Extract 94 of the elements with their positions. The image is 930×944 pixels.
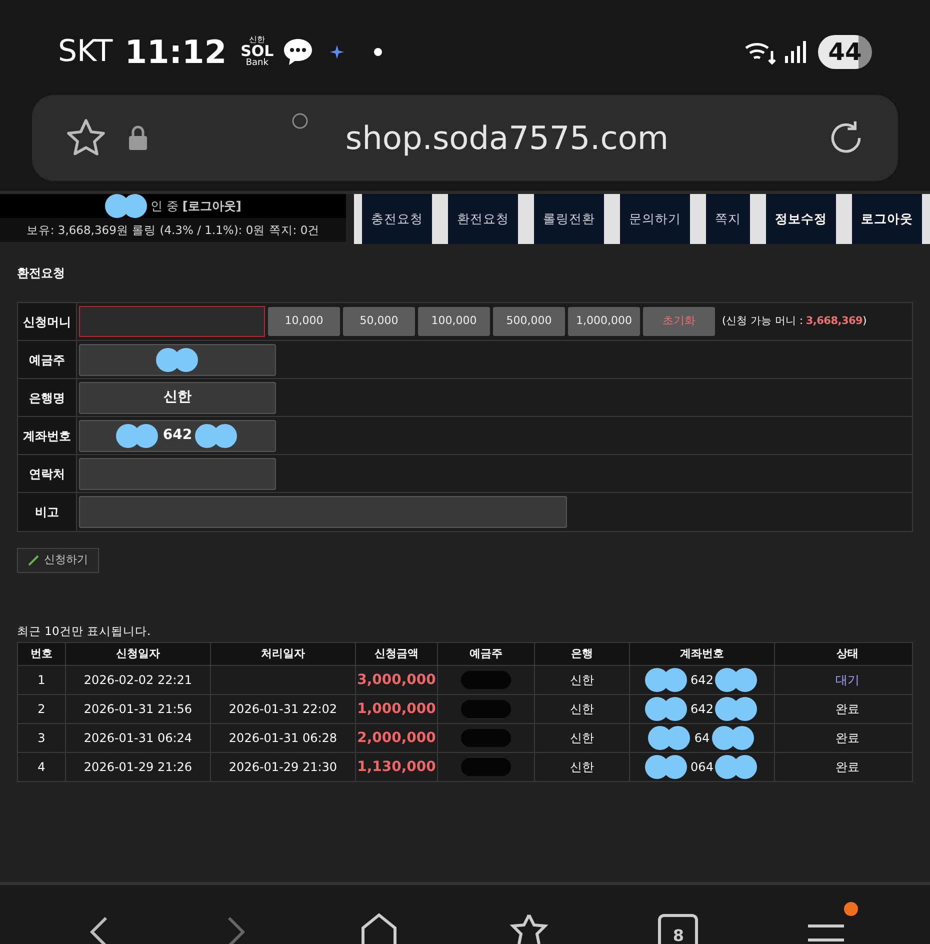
text-field[interactable]: 신한 xyxy=(79,382,276,414)
text-field[interactable] xyxy=(79,496,567,528)
menu-tab[interactable]: 환전요청 xyxy=(440,194,526,244)
table-cell-text: 2026-01-31 06:28 xyxy=(228,730,338,748)
sparkle-icon xyxy=(330,44,344,58)
menu-tab[interactable]: 쪽지 xyxy=(698,194,758,244)
dot-icon xyxy=(374,48,382,56)
table-cell-text: 064 xyxy=(690,759,714,776)
table-cell-text: 642 xyxy=(690,701,714,718)
tabs-button[interactable]: 8 xyxy=(658,914,698,944)
column-header: 신청금액 xyxy=(356,643,438,666)
field-label: 계좌번호 xyxy=(18,417,77,454)
column-header: 은행 xyxy=(535,643,630,666)
amount-cell: 1,130,000 xyxy=(356,753,438,782)
carrier: SKT xyxy=(58,33,113,71)
column-header: 상태 xyxy=(836,646,860,662)
menu-tab[interactable]: 정보수정 xyxy=(758,194,844,244)
menu-tab[interactable]: 문의하기 xyxy=(612,194,698,244)
column-header: 계좌번호 xyxy=(630,643,775,666)
column-header: 처리일자 xyxy=(211,643,356,666)
amount-cell: 2,000,000 xyxy=(356,724,438,752)
account-summary: 보유: 3,668,369원 롤링 (4.3% / 1.1%): 0원 쪽지: 0건 xyxy=(25,222,321,239)
menu-tab[interactable]: 로그아웃 xyxy=(844,194,930,244)
table-cell: 신한 xyxy=(535,724,630,752)
clock: 11:12 xyxy=(124,32,227,72)
redaction-mark xyxy=(712,725,756,752)
redaction-mark xyxy=(461,671,511,690)
redaction-mark xyxy=(104,193,149,219)
column-header: 예금주 xyxy=(438,643,535,666)
circle-icon xyxy=(291,112,309,130)
field-label: 연락처 xyxy=(18,455,77,492)
table-cell-text: 64 xyxy=(694,730,710,748)
redaction-mark xyxy=(715,696,760,722)
redaction-mark xyxy=(195,422,240,448)
status-cell-text: 완료 xyxy=(834,730,860,748)
table-cell: 2 xyxy=(18,695,66,724)
redaction-mark xyxy=(461,758,511,776)
table-cell: 1 xyxy=(18,666,66,694)
home-icon[interactable] xyxy=(359,912,400,944)
column-header: 번호 xyxy=(18,643,66,666)
status-cell-text: 대기 xyxy=(834,672,860,690)
status-cell-text: 완료 xyxy=(834,701,860,718)
redaction-mark xyxy=(644,667,689,694)
lock-icon xyxy=(128,125,148,151)
amount-input[interactable] xyxy=(79,306,265,337)
amount-cell: 1,000,000 xyxy=(356,695,438,724)
quick-amount-button[interactable]: 100,000 xyxy=(418,307,490,336)
battery-indicator: 44 xyxy=(818,34,872,68)
redaction-mark xyxy=(715,667,760,694)
text-field[interactable] xyxy=(79,458,276,490)
field-label: 신청머니 xyxy=(18,303,77,340)
table-cell-text: 2026-01-31 22:02 xyxy=(228,701,338,718)
quick-amount-button[interactable]: 50,000 xyxy=(343,307,415,336)
quick-amount-button[interactable]: 500,000 xyxy=(493,307,565,336)
redaction-mark xyxy=(644,754,689,780)
column-header: 신청일자 xyxy=(66,643,211,666)
redaction-mark xyxy=(715,754,760,780)
field-label: 예금주 xyxy=(18,341,77,378)
redaction-mark xyxy=(461,729,511,748)
menu-tab[interactable]: 롤링전환 xyxy=(526,194,612,244)
login-status: 인 중 [로그아웃] xyxy=(150,198,242,215)
signal-icon xyxy=(784,40,808,64)
available-money: (신청 가능 머니 : 3,668,369) xyxy=(722,314,866,329)
table-cell: 신한 xyxy=(535,695,630,724)
section-title: 환전요청 xyxy=(17,265,66,282)
status-cell-text: 완료 xyxy=(834,759,860,776)
redaction-mark xyxy=(648,725,692,752)
table-cell: 4 xyxy=(18,753,66,782)
history-note: 최근 10건만 표시됩니다. xyxy=(17,623,152,640)
table-cell: 2026-01-31 06:24 xyxy=(66,724,211,752)
table-cell-text: 642 xyxy=(690,672,714,690)
table-cell-text: 2026-01-29 21:30 xyxy=(228,759,338,776)
submit-button[interactable]: 신청하기 xyxy=(17,548,99,573)
quick-amount-button[interactable]: 1,000,000 xyxy=(568,307,640,336)
text-field[interactable] xyxy=(79,344,276,376)
address-bar[interactable]: shop.soda7575.com xyxy=(32,95,898,181)
amount-cell: 3,000,000 xyxy=(356,666,438,694)
field-label: 비고 xyxy=(18,493,77,531)
quick-amount-button[interactable]: 10,000 xyxy=(268,307,340,336)
chat-bubble-icon xyxy=(282,36,314,66)
bank-app-logo: 신한 SOL Bank xyxy=(240,36,274,68)
table-cell: 신한 xyxy=(535,753,630,782)
field-label: 은행명 xyxy=(18,379,77,416)
redaction-mark xyxy=(644,696,689,722)
table-cell: 2026-01-29 21:26 xyxy=(66,753,211,782)
table-cell: 2026-02-02 22:21 xyxy=(66,666,211,694)
redaction-mark xyxy=(461,700,511,718)
table-cell: 3 xyxy=(18,724,66,752)
menu-tab[interactable]: 충전요청 xyxy=(354,194,440,244)
url-text: shop.soda7575.com xyxy=(345,118,669,159)
table-cell: 2026-01-31 21:56 xyxy=(66,695,211,724)
pencil-icon xyxy=(28,555,39,566)
table-cell: 신한 xyxy=(535,666,630,694)
text-field[interactable]: 642 xyxy=(79,420,276,452)
